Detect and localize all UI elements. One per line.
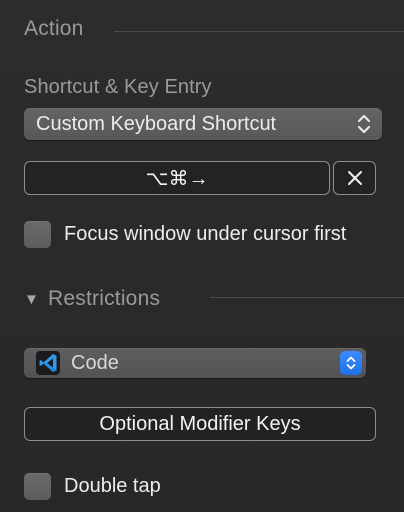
app-restriction-select-value: Code xyxy=(71,351,119,374)
double-tap-checkbox-label: Double tap xyxy=(64,475,161,497)
disclosure-triangle-icon[interactable]: ▼ xyxy=(24,291,39,308)
focus-window-checkbox-row[interactable]: Focus window under cursor first xyxy=(24,221,346,248)
restrictions-header-label: Restrictions xyxy=(48,287,161,310)
app-select-stepper[interactable] xyxy=(340,351,362,375)
updown-chevron-icon xyxy=(358,115,370,133)
shortcut-recorder-field[interactable]: ⌥⌘→ xyxy=(24,161,330,195)
action-header-label: Action xyxy=(24,17,84,40)
optional-modifier-keys-label: Optional Modifier Keys xyxy=(99,412,301,435)
restrictions-section-header[interactable]: ▼ Restrictions xyxy=(24,287,160,311)
double-tap-checkbox-row[interactable]: Double tap xyxy=(24,473,161,500)
action-header-divider xyxy=(114,31,404,32)
vscode-app-icon xyxy=(36,351,60,375)
restrictions-header-divider xyxy=(210,297,404,298)
optional-modifier-keys-button[interactable]: Optional Modifier Keys xyxy=(24,407,376,441)
shortcut-key-entry-label: Shortcut & Key Entry xyxy=(24,76,212,98)
shortcut-mode-select[interactable]: Custom Keyboard Shortcut xyxy=(24,108,382,140)
focus-window-checkbox-label: Focus window under cursor first xyxy=(64,223,347,245)
updown-chevron-icon xyxy=(346,356,356,370)
app-restriction-select[interactable]: Code xyxy=(24,348,366,378)
settings-panel: Action Shortcut & Key Entry Custom Keybo… xyxy=(0,0,404,512)
action-section-header: Action xyxy=(24,17,84,41)
close-icon xyxy=(347,171,362,185)
focus-window-checkbox[interactable] xyxy=(24,221,51,248)
shortcut-recorder-value: ⌥⌘→ xyxy=(145,167,209,190)
clear-shortcut-button[interactable] xyxy=(333,161,376,195)
double-tap-checkbox[interactable] xyxy=(24,473,51,500)
shortcut-mode-select-value: Custom Keyboard Shortcut xyxy=(36,112,277,135)
